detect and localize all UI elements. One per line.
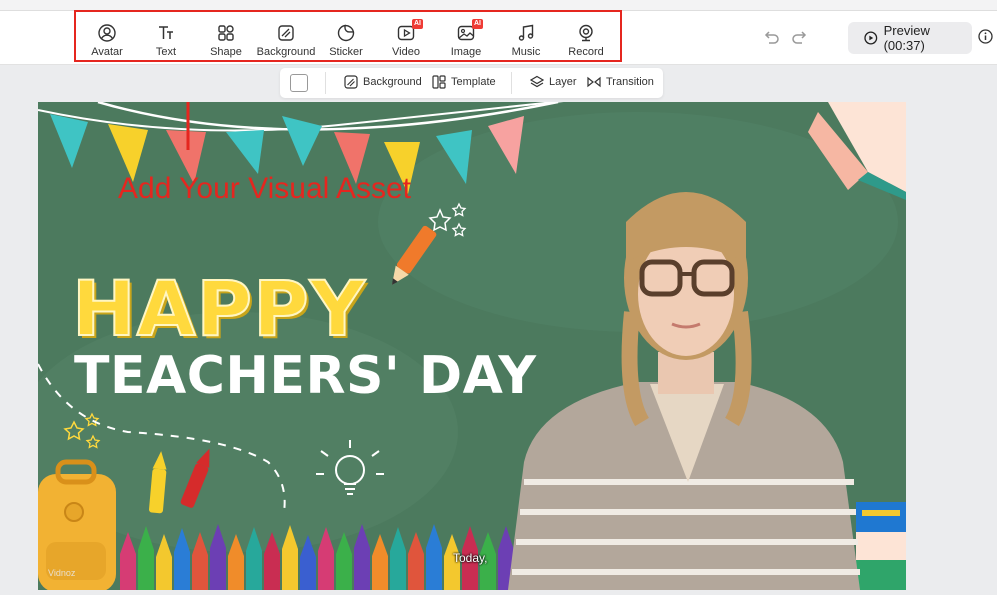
background-option-label: Background (363, 76, 422, 88)
undo-button[interactable] (762, 30, 780, 46)
transition-option-label: Transition (606, 76, 654, 88)
headline-teachers-day[interactable]: TEACHERS' DAY (74, 346, 537, 406)
info-icon[interactable] (978, 29, 993, 44)
music-icon (516, 23, 536, 43)
text-tool-button[interactable]: Text (136, 22, 196, 64)
background-option-button[interactable]: Background (344, 75, 422, 89)
video-tool-button[interactable]: AI Video (376, 19, 436, 64)
image-icon: AI (456, 19, 483, 43)
layer-icon (530, 75, 544, 88)
sticker-tool-label: Sticker (329, 46, 363, 58)
template-option-label: Template (451, 76, 496, 88)
background-tool-button[interactable]: Background (256, 22, 316, 64)
music-tool-label: Music (511, 46, 541, 58)
transition-option-button[interactable]: Transition (587, 75, 654, 89)
watermark-logo: Vidnoz (48, 568, 76, 578)
image-tool-button[interactable]: AI Image (436, 19, 496, 64)
record-tool-label: Record (568, 46, 604, 58)
redo-button[interactable] (791, 30, 809, 46)
annotation-text: Add Your Visual Asset (118, 172, 411, 205)
divider (325, 72, 326, 94)
music-tool-button[interactable]: Music (496, 22, 556, 64)
headline-happy[interactable]: HAPPY (71, 263, 366, 354)
video-icon: AI (396, 19, 423, 43)
template-option-button[interactable]: Template (432, 75, 496, 89)
redo-icon (792, 31, 807, 44)
layer-option-label: Layer (549, 76, 577, 88)
avatar-tool-button[interactable]: Avatar (77, 22, 137, 64)
video-tool-label: Video (392, 46, 420, 58)
layer-option-button[interactable]: Layer (530, 75, 577, 89)
subtitle-caption: Today, (453, 551, 488, 565)
background-icon (276, 23, 296, 43)
avatar-icon (97, 23, 117, 43)
shape-icon (216, 23, 236, 43)
preview-label: Preview (00:37) (883, 23, 930, 53)
play-circle-icon (864, 31, 878, 45)
sticker-tool-button[interactable]: Sticker (316, 22, 376, 64)
canvas-subtoolbar: Background Template Layer Transition (280, 68, 663, 98)
record-icon (576, 23, 596, 43)
preview-button[interactable]: Preview (00:37) (848, 22, 972, 54)
transition-icon (587, 76, 601, 88)
video-ai-badge: AI (412, 19, 423, 29)
background-icon (344, 75, 358, 89)
tool-group-highlight: Avatar Text Shape Background Sticker AI … (74, 10, 622, 62)
shape-tool-button[interactable]: Shape (196, 22, 256, 64)
background-tool-label: Background (256, 46, 316, 58)
sticker-icon (336, 23, 356, 43)
undo-icon (764, 31, 779, 44)
color-picker-swatch[interactable] (290, 74, 308, 92)
shape-tool-label: Shape (210, 46, 242, 58)
annotation-arrow-icon (186, 102, 190, 150)
top-toolbar: Avatar Text Shape Background Sticker AI … (0, 0, 997, 65)
image-tool-label: Image (450, 46, 482, 58)
text-icon (156, 23, 176, 43)
video-canvas[interactable]: Add Your Visual Asset HAPPY TEACHERS' DA… (38, 102, 906, 590)
divider (511, 72, 512, 94)
record-tool-button[interactable]: Record (556, 22, 616, 64)
template-icon (432, 75, 446, 89)
text-tool-label: Text (155, 46, 177, 58)
image-ai-badge: AI (472, 19, 483, 29)
avatar-tool-label: Avatar (91, 46, 123, 58)
